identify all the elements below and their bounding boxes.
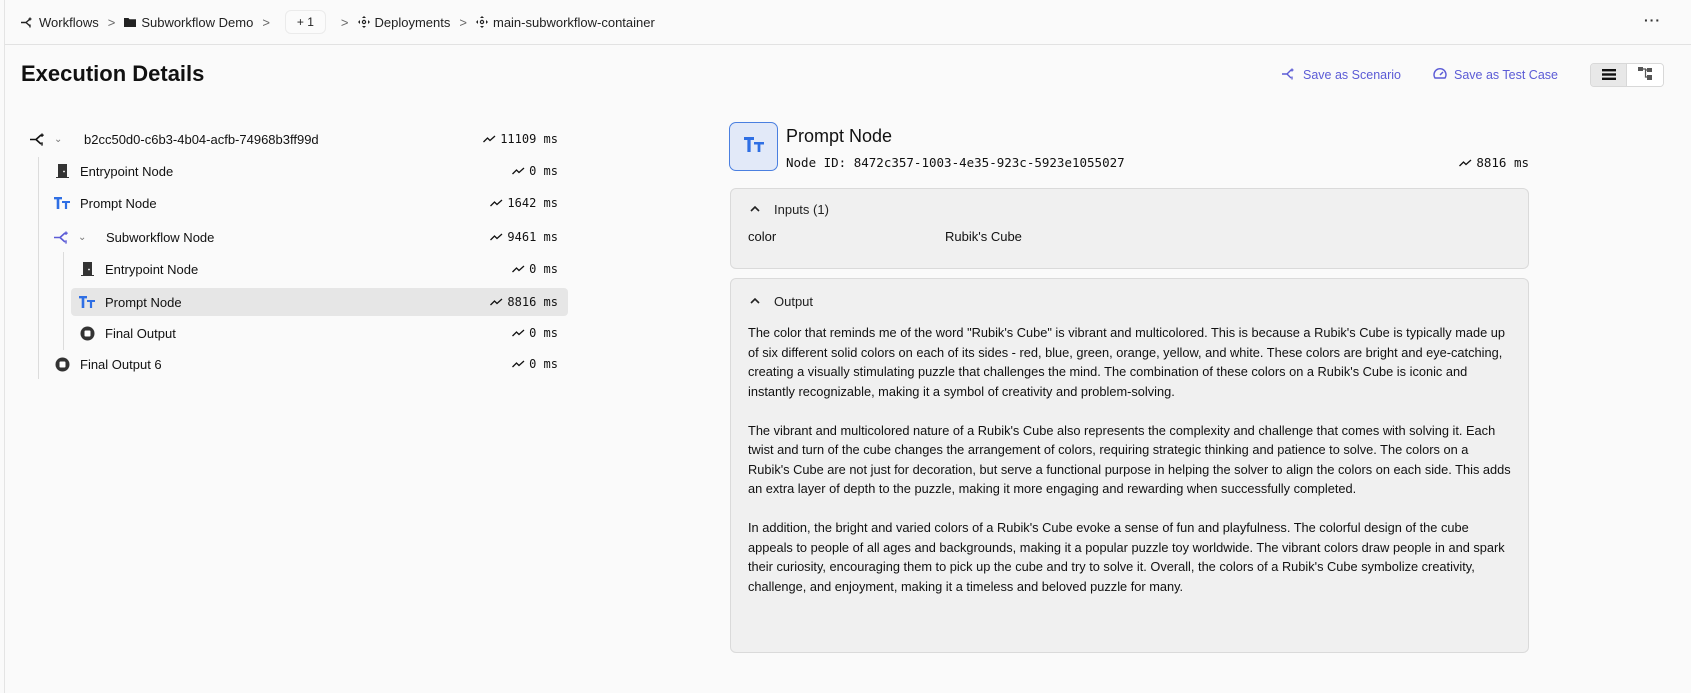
tree-row-root-workflow[interactable]: ⌄ b2cc50d0-c6b3-4b04-acfb-74968b3ff99d 1… <box>26 125 568 153</box>
duration: 0 ms <box>512 326 558 340</box>
tree-row-nested-entrypoint-node[interactable]: Entrypoint Node 0 ms <box>79 255 568 283</box>
tree-row-nested-final-output[interactable]: Final Output 0 ms <box>79 319 568 347</box>
chevron-down-icon[interactable]: ⌄ <box>78 232 92 243</box>
output-toggle[interactable]: Output <box>731 279 1528 323</box>
entrypoint-door-icon <box>54 163 70 179</box>
tree-row-final-output-6[interactable]: Final Output 6 0 ms <box>54 350 568 378</box>
subworkflow-icon <box>54 229 70 245</box>
breadcrumb-main-subworkflow-container[interactable]: main-subworkflow-container <box>475 15 655 30</box>
save-as-test-case-button[interactable]: Save as Test Case <box>1433 67 1558 83</box>
save-as-scenario-button[interactable]: Save as Scenario <box>1282 68 1401 83</box>
output-card: Output The color that reminds me of the … <box>730 278 1529 653</box>
duration: 0 ms <box>512 164 558 178</box>
trend-icon <box>512 167 525 175</box>
breadcrumb-separator: > <box>340 14 349 30</box>
duration: 1642 ms <box>490 196 558 210</box>
duration: 11109 ms <box>483 132 558 146</box>
prompt-text-icon <box>743 136 764 157</box>
more-options-button[interactable]: ··· <box>1644 12 1661 28</box>
node-duration: 8816 ms <box>1459 155 1529 170</box>
list-icon <box>1601 67 1616 85</box>
inputs-toggle[interactable]: Inputs (1) <box>731 189 1528 229</box>
deployment-icon <box>357 16 370 28</box>
gauge-icon <box>1433 67 1447 83</box>
trend-icon <box>512 360 525 368</box>
inputs-card: Inputs (1) color Rubik's Cube <box>730 188 1529 269</box>
final-output-icon <box>79 325 95 341</box>
tree-row-prompt-node[interactable]: Prompt Node 1642 ms <box>54 189 568 217</box>
trend-icon <box>483 135 496 143</box>
trend-icon <box>490 298 503 306</box>
chevron-up-icon <box>750 295 760 307</box>
duration: 0 ms <box>512 357 558 371</box>
trend-icon <box>490 199 503 207</box>
chevron-up-icon <box>750 203 760 215</box>
view-mode-toggle <box>1590 63 1664 87</box>
output-text: The color that reminds me of the word "R… <box>731 323 1528 596</box>
breadcrumb-overflow-chip[interactable]: + 1 <box>284 10 326 34</box>
chevron-down-icon[interactable]: ⌄ <box>54 134 68 145</box>
prompt-text-icon <box>54 195 70 211</box>
node-type-badge <box>729 122 778 171</box>
input-key: color <box>748 229 777 244</box>
tree-row-subworkflow-node[interactable]: ⌄ Subworkflow Node 9461 ms <box>54 223 568 251</box>
output-paragraph: The vibrant and multicolored nature of a… <box>748 422 1511 497</box>
output-paragraph: In addition, the bright and varied color… <box>748 520 1505 594</box>
trend-icon <box>512 265 525 273</box>
prompt-text-icon <box>79 294 95 310</box>
breadcrumb-separator: > <box>107 14 116 30</box>
final-output-icon <box>54 356 70 372</box>
output-paragraph: The color that reminds me of the word "R… <box>748 325 1506 399</box>
left-border <box>4 0 5 693</box>
input-value: Rubik's Cube <box>945 229 1022 244</box>
node-title: Prompt Node <box>786 126 893 146</box>
breadcrumb-separator: > <box>459 14 467 30</box>
tree-guide-line <box>63 252 64 350</box>
trend-icon <box>1459 159 1472 166</box>
breadcrumb-deployments[interactable]: Deployments <box>357 15 450 30</box>
workflow-icon <box>30 131 46 147</box>
list-view-button[interactable] <box>1591 64 1627 86</box>
tree-guide-line <box>38 157 39 379</box>
workflow-icon <box>21 17 34 28</box>
breadcrumb-separator: > <box>262 14 270 30</box>
tree-row-nested-prompt-node[interactable]: Prompt Node 8816 ms <box>71 288 568 316</box>
breadcrumb: Workflows > Subworkflow Demo > + 1 > Dep… <box>5 0 1691 45</box>
entrypoint-door-icon <box>79 261 95 277</box>
breadcrumb-workflows[interactable]: Workflows <box>21 15 99 30</box>
duration: 8816 ms <box>490 295 558 309</box>
tree-diagram-icon <box>1638 67 1652 85</box>
duration: 0 ms <box>512 262 558 276</box>
header-actions: Save as Scenario Save as Test Case <box>1282 63 1691 87</box>
folder-icon <box>124 17 137 27</box>
trend-icon <box>490 233 503 241</box>
deployment-icon <box>475 16 488 28</box>
scenario-icon <box>1282 68 1296 83</box>
breadcrumb-subworkflow-demo[interactable]: Subworkflow Demo <box>124 15 253 30</box>
input-row: color Rubik's Cube <box>731 229 1528 244</box>
tree-row-entrypoint-node[interactable]: Entrypoint Node 0 ms <box>54 157 568 185</box>
page-title: Execution Details <box>21 61 205 86</box>
trend-icon <box>512 329 525 337</box>
node-id: Node ID: 8472c357-1003-4e35-923c-5923e10… <box>786 155 1125 170</box>
graph-view-button[interactable] <box>1627 64 1663 86</box>
duration: 9461 ms <box>490 230 558 244</box>
